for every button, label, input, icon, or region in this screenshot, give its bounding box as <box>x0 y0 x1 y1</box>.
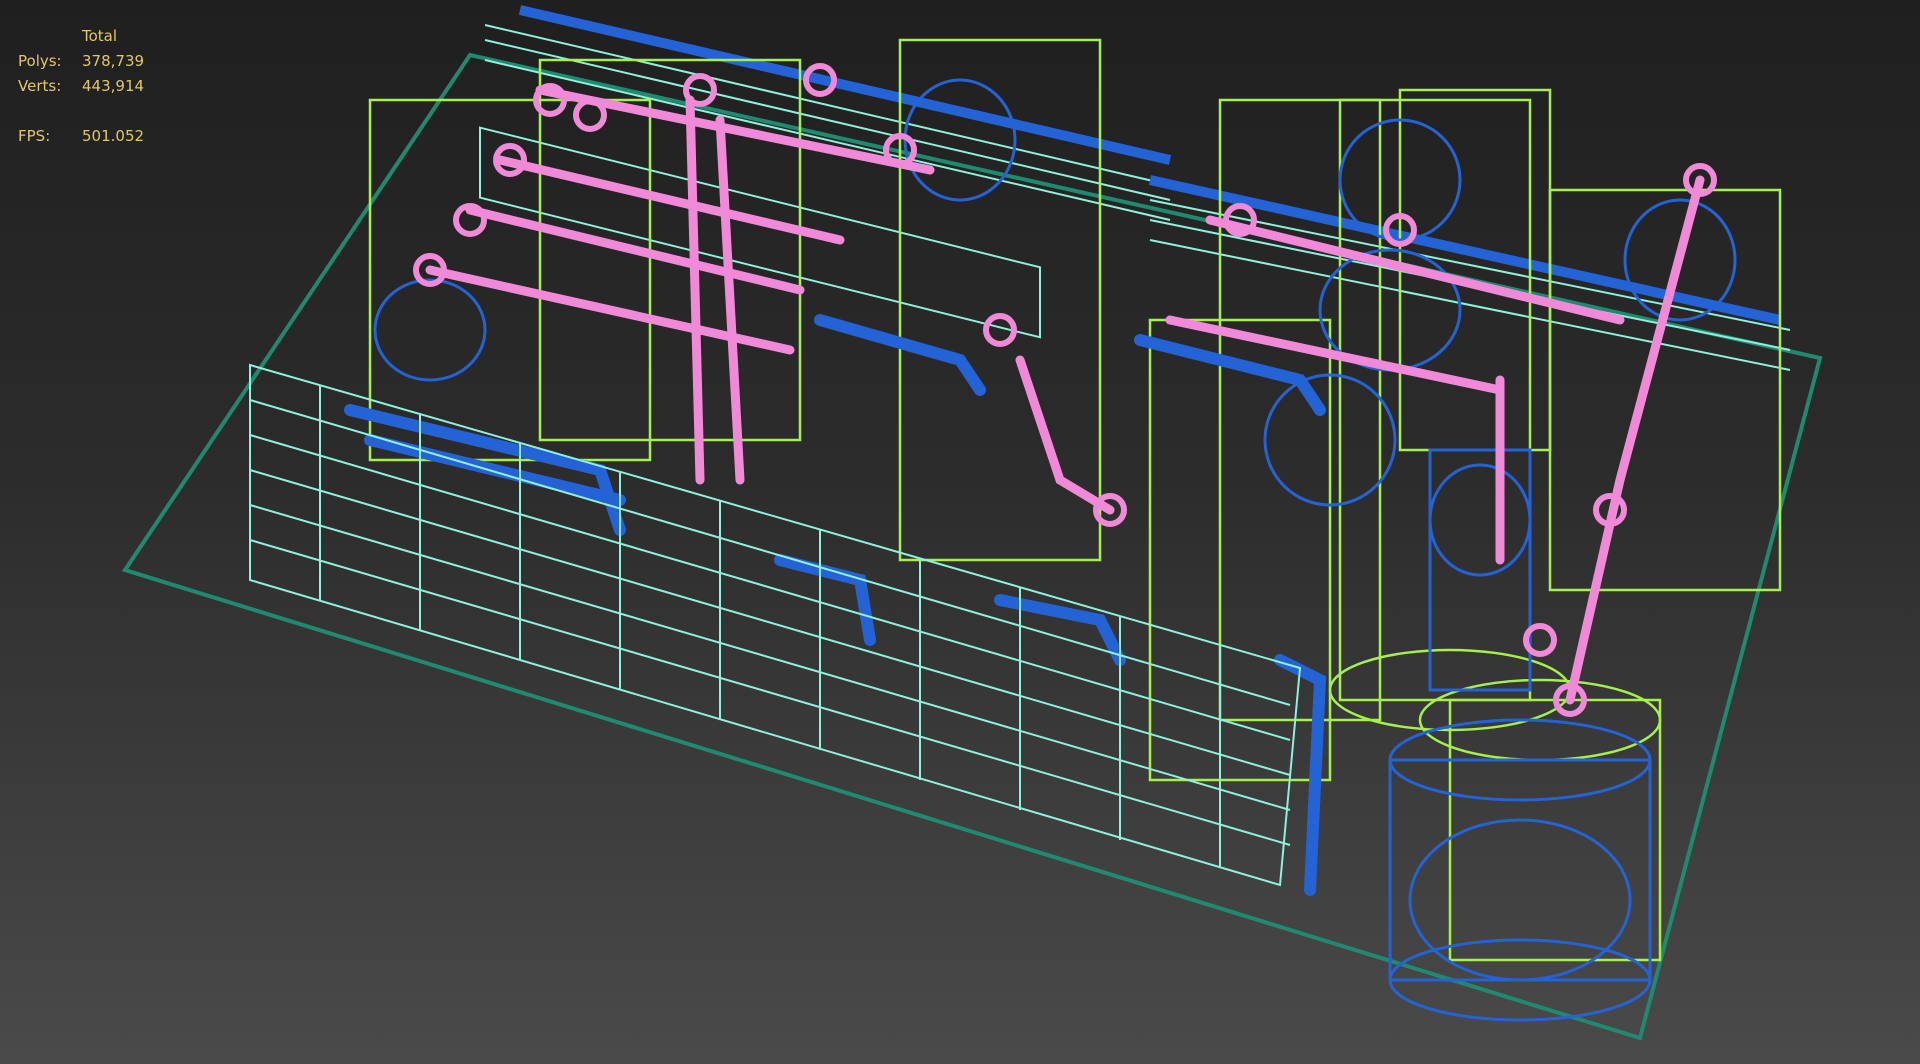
stats-header-spacer <box>18 24 82 49</box>
verts-label: Verts: <box>18 77 62 95</box>
3d-viewport[interactable]: Total Polys: 378,739 Verts: 443,914 FPS:… <box>0 0 1920 1064</box>
rear-blue-pipes <box>518 5 1782 325</box>
verts-value: 443,914 <box>82 77 145 95</box>
verts-row: Verts: 443,914 <box>18 74 172 99</box>
blue-pipe-runs <box>344 314 1327 896</box>
ground-plane <box>121 52 1823 1041</box>
polys-row: Polys: 378,739 <box>18 49 172 74</box>
polys-label: Polys: <box>18 52 62 70</box>
stats-header-row: Total <box>18 24 172 49</box>
polys-value: 378,739 <box>82 52 145 70</box>
stats-header: Total <box>82 27 118 45</box>
fps-value: 501.052 <box>82 127 145 145</box>
fps-label: FPS: <box>18 127 51 145</box>
wireframe-scene[interactable] <box>0 0 1920 1064</box>
fps-row: FPS: 501.052 <box>18 124 172 149</box>
stats-spacer <box>18 99 172 124</box>
viewport-statistics: Total Polys: 378,739 Verts: 443,914 FPS:… <box>18 24 172 149</box>
